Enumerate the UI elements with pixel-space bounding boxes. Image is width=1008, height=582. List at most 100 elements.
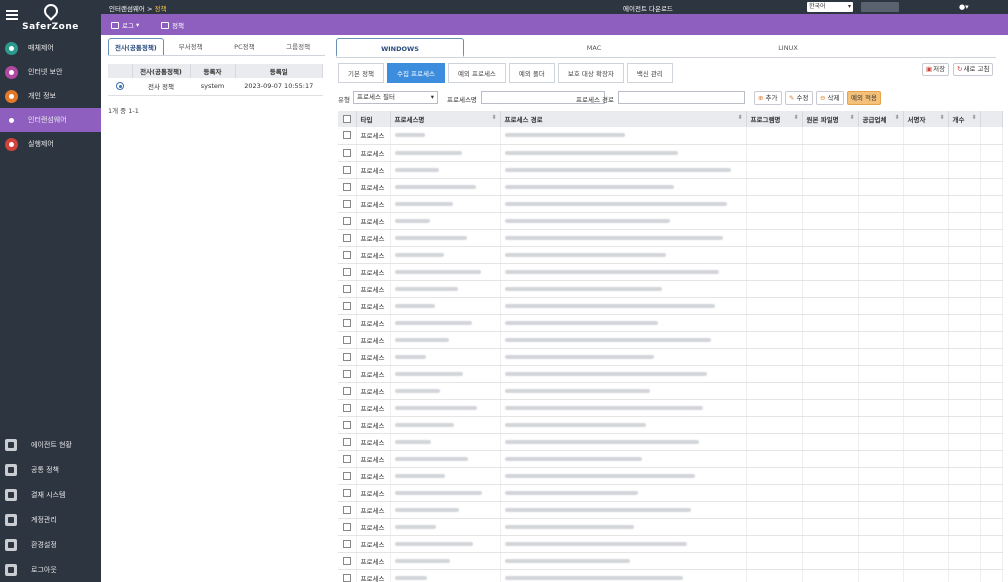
tab-linux[interactable]: LINUX bbox=[724, 38, 852, 57]
row-checkbox[interactable] bbox=[342, 148, 351, 157]
table-row[interactable]: 프로세스 bbox=[338, 212, 1003, 230]
tab-company-policy[interactable]: 전사(공통정책) bbox=[108, 38, 164, 55]
row-checkbox[interactable] bbox=[342, 437, 351, 446]
table-row[interactable]: 프로세스 bbox=[338, 229, 1003, 247]
table-row[interactable]: 프로세스 bbox=[338, 161, 1003, 179]
table-row[interactable]: 프로세스 bbox=[338, 297, 1003, 315]
row-checkbox[interactable] bbox=[342, 454, 351, 463]
row-checkbox[interactable] bbox=[342, 556, 351, 565]
tab-windows[interactable]: WINDOWS bbox=[336, 38, 464, 57]
row-checkbox[interactable] bbox=[342, 284, 351, 293]
table-row[interactable]: 프로세스 bbox=[338, 535, 1003, 553]
column-header[interactable]: 등록자 bbox=[190, 64, 236, 78]
row-checkbox[interactable] bbox=[342, 386, 351, 395]
tab-pc-policy[interactable]: PC정책 bbox=[218, 38, 272, 55]
sidebar-item[interactable]: 실행제어 bbox=[0, 132, 101, 156]
column-header[interactable]: 원본 파일명 bbox=[802, 111, 859, 127]
column-header[interactable]: 등록일 bbox=[235, 64, 323, 78]
sidebar-item[interactable]: 인터넷 보안 bbox=[0, 60, 101, 84]
table-row[interactable]: 프로세스 bbox=[338, 450, 1003, 468]
column-header[interactable]: 전사(공통정책) bbox=[132, 64, 191, 78]
user-name-box[interactable] bbox=[861, 2, 899, 12]
sidebar-item[interactable]: 매체제어 bbox=[0, 36, 101, 60]
edit-button[interactable]: ✎ 수정 bbox=[785, 91, 813, 105]
tab-department-policy[interactable]: 부서정책 bbox=[164, 38, 218, 55]
sidebar-item[interactable]: 개인 정보 bbox=[0, 84, 101, 108]
add-button[interactable]: ⊕ 추가 bbox=[754, 91, 782, 105]
row-checkbox[interactable] bbox=[342, 250, 351, 259]
tab-mac[interactable]: MAC bbox=[530, 38, 658, 57]
table-row[interactable]: 프로세스 bbox=[338, 467, 1003, 485]
row-checkbox[interactable] bbox=[342, 352, 351, 361]
row-checkbox[interactable] bbox=[342, 267, 351, 276]
table-row[interactable]: 전사 정책 system 2023-09-07 10:55:17 bbox=[108, 78, 323, 96]
table-row[interactable]: 프로세스 bbox=[338, 127, 1003, 145]
select-all-checkbox[interactable] bbox=[342, 115, 351, 123]
agent-download-link[interactable]: 에이전트 다운로드 bbox=[623, 3, 673, 13]
table-row[interactable]: 프로세스 bbox=[338, 365, 1003, 383]
table-row[interactable]: 프로세스 bbox=[338, 246, 1003, 264]
row-checkbox[interactable] bbox=[342, 539, 351, 548]
row-checkbox[interactable] bbox=[342, 233, 351, 242]
row-checkbox[interactable] bbox=[342, 369, 351, 378]
log-menu-button[interactable]: 로그 ▾ bbox=[111, 20, 139, 30]
delete-button[interactable]: ⊖ 삭제 bbox=[816, 91, 844, 105]
tab-vaccine-management[interactable]: 백신 관리 bbox=[626, 63, 673, 83]
row-checkbox[interactable] bbox=[342, 522, 351, 531]
table-row[interactable]: 프로세스 bbox=[338, 178, 1003, 196]
row-checkbox[interactable] bbox=[342, 182, 351, 191]
type-select[interactable]: 프로세스 필터 bbox=[353, 91, 438, 104]
column-header[interactable]: 프로그램명 bbox=[746, 111, 803, 127]
table-row[interactable]: 프로세스 bbox=[338, 399, 1003, 417]
tab-protected-extensions[interactable]: 보호 대상 확장자 bbox=[557, 63, 624, 83]
language-select[interactable]: 한국어 bbox=[807, 2, 853, 12]
table-row[interactable]: 프로세스 bbox=[338, 144, 1003, 162]
save-button[interactable]: ▣저장 bbox=[922, 63, 950, 76]
table-row[interactable]: 프로세스 bbox=[338, 263, 1003, 281]
tab-exception-folder[interactable]: 예외 폴더 bbox=[508, 63, 555, 83]
tab-exception-process[interactable]: 예외 프로세스 bbox=[447, 63, 506, 83]
row-checkbox[interactable] bbox=[342, 165, 351, 174]
tab-collect-process[interactable]: 수집 프로세스 bbox=[387, 63, 445, 83]
row-checkbox[interactable] bbox=[342, 301, 351, 310]
sidebar-bottom-item[interactable]: 환경설정 bbox=[0, 532, 101, 557]
table-row[interactable]: 프로세스 bbox=[338, 569, 1003, 582]
column-header[interactable]: 서명자 bbox=[903, 111, 949, 127]
row-checkbox[interactable] bbox=[342, 335, 351, 344]
table-row[interactable]: 프로세스 bbox=[338, 501, 1003, 519]
table-row[interactable]: 프로세스 bbox=[338, 382, 1003, 400]
table-row[interactable]: 프로세스 bbox=[338, 518, 1003, 536]
process-path-input[interactable] bbox=[618, 91, 745, 104]
tab-basic-policy[interactable]: 기본 정책 bbox=[338, 63, 384, 83]
sidebar-bottom-item[interactable]: 결재 시스템 bbox=[0, 482, 101, 507]
table-row[interactable]: 프로세스 bbox=[338, 348, 1003, 366]
apply-exception-button[interactable]: 예외 적용 bbox=[847, 91, 881, 105]
sidebar-bottom-item[interactable]: 계정관리 bbox=[0, 507, 101, 532]
column-header[interactable]: 프로세스 경로 bbox=[500, 111, 747, 127]
table-row[interactable]: 프로세스 bbox=[338, 195, 1003, 213]
row-checkbox[interactable] bbox=[342, 505, 351, 514]
row-checkbox[interactable] bbox=[342, 488, 351, 497]
column-header[interactable]: 공급업체 bbox=[858, 111, 904, 127]
row-checkbox[interactable] bbox=[342, 573, 351, 582]
row-checkbox[interactable] bbox=[342, 471, 351, 480]
table-row[interactable]: 프로세스 bbox=[338, 314, 1003, 332]
tab-group-policy[interactable]: 그룹정책 bbox=[271, 38, 325, 55]
sidebar-bottom-item[interactable]: 공통 정책 bbox=[0, 457, 101, 482]
table-row[interactable]: 프로세스 bbox=[338, 416, 1003, 434]
column-header[interactable]: 프로세스명 bbox=[390, 111, 501, 127]
column-header[interactable]: 개수 bbox=[948, 111, 981, 127]
sidebar-bottom-item[interactable]: 로그아웃 bbox=[0, 557, 101, 582]
row-checkbox[interactable] bbox=[342, 199, 351, 208]
table-row[interactable]: 프로세스 bbox=[338, 280, 1003, 298]
table-row[interactable]: 프로세스 bbox=[338, 552, 1003, 570]
table-row[interactable]: 프로세스 bbox=[338, 433, 1003, 451]
row-checkbox[interactable] bbox=[342, 131, 351, 140]
policy-menu-button[interactable]: 정책 bbox=[161, 20, 184, 30]
user-icon[interactable]: ●▾ bbox=[959, 3, 969, 11]
breadcrumb-item[interactable]: 인터랜섬웨어 bbox=[109, 5, 145, 13]
table-row[interactable]: 프로세스 bbox=[338, 484, 1003, 502]
policy-radio[interactable] bbox=[116, 82, 124, 91]
sidebar-bottom-item[interactable]: 에이전트 현황 bbox=[0, 432, 101, 457]
row-checkbox[interactable] bbox=[342, 420, 351, 429]
